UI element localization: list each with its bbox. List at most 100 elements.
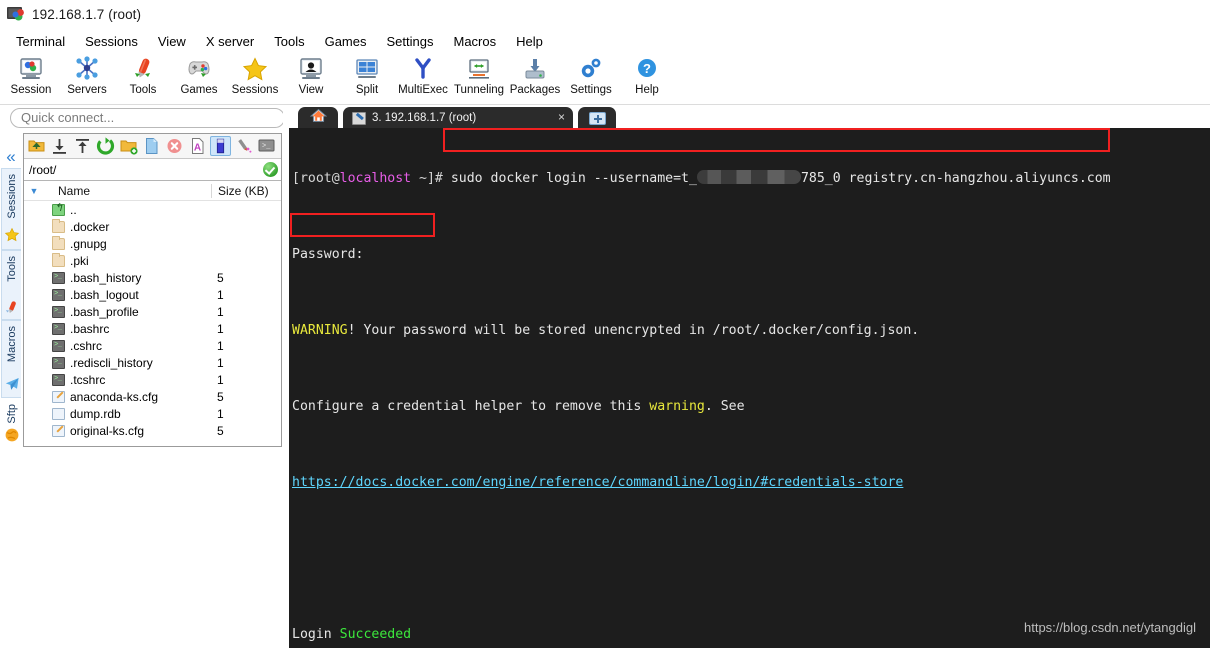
ribbon-tab-tools[interactable]: Tools bbox=[1, 250, 21, 320]
file-size: 1 bbox=[217, 406, 224, 421]
tab-session-1[interactable]: 3. 192.168.1.7 (root) × bbox=[343, 107, 573, 129]
remote-path-bar[interactable]: /root/ bbox=[24, 159, 281, 181]
warning-text: ! Your password will be stored unencrypt… bbox=[347, 323, 920, 338]
file-name: .cshrc bbox=[70, 338, 103, 353]
file-name: dump.rdb bbox=[70, 406, 121, 421]
terminal-line-password: Password: bbox=[292, 245, 1210, 264]
download-icon[interactable] bbox=[49, 136, 70, 156]
new-tab-button[interactable] bbox=[578, 107, 616, 129]
ribbon-tab-sftp-label: Sftp bbox=[5, 404, 18, 424]
toolbar-tools-label: Tools bbox=[129, 84, 157, 96]
command-text-b: 785_0 registry.cn-hangzhou.aliyuncs.com bbox=[800, 171, 1111, 186]
file-row-parent[interactable]: .. bbox=[24, 201, 281, 218]
file-row-cshrc[interactable]: .cshrc 1 bbox=[24, 337, 281, 354]
menu-terminal[interactable]: Terminal bbox=[6, 32, 75, 51]
toolbar-view-button[interactable]: View bbox=[283, 53, 339, 96]
menu-x-server[interactable]: X server bbox=[196, 32, 264, 51]
toolbar-packages-button[interactable]: Packages bbox=[507, 53, 563, 96]
file-size: 1 bbox=[217, 287, 224, 302]
ribbon-tab-macros[interactable]: Macros bbox=[1, 320, 21, 398]
file-row-bash-logout[interactable]: .bash_logout 1 bbox=[24, 286, 281, 303]
login-label: Login bbox=[292, 627, 340, 642]
file-name: anaconda-ks.cfg bbox=[70, 389, 159, 404]
toolbar-games-label: Games bbox=[180, 84, 218, 96]
follow-terminal-folder-icon[interactable] bbox=[233, 136, 254, 156]
toolbar-multiexec-label: MultiExec bbox=[398, 84, 448, 96]
sort-caret-icon[interactable]: ▼ bbox=[24, 186, 44, 196]
toolbar-servers-button[interactable]: Servers bbox=[59, 53, 115, 96]
folder-icon bbox=[52, 252, 65, 267]
ribbon-tab-sftp[interactable]: Sftp bbox=[1, 398, 21, 448]
toolbar-games-button[interactable]: Games bbox=[171, 53, 227, 96]
toolbar-settings-button[interactable]: Settings bbox=[563, 53, 619, 96]
delete-icon[interactable] bbox=[164, 136, 185, 156]
script-file-icon bbox=[52, 305, 65, 318]
ssh-session-icon bbox=[352, 111, 366, 125]
file-row-bash-history[interactable]: .bash_history 5 bbox=[24, 269, 281, 286]
menu-games[interactable]: Games bbox=[315, 32, 377, 51]
file-size: 5 bbox=[217, 270, 224, 285]
new-tab-icon bbox=[588, 111, 606, 125]
file-name: .. bbox=[70, 202, 77, 217]
refresh-icon[interactable] bbox=[95, 136, 116, 156]
toolbar-view-label: View bbox=[298, 84, 324, 96]
file-row-anaconda-ks-cfg[interactable]: anaconda-ks.cfg 5 bbox=[24, 388, 281, 405]
script-file-icon bbox=[52, 271, 65, 284]
ribbon-tab-sessions[interactable]: Sessions bbox=[1, 168, 21, 250]
tab-home[interactable] bbox=[298, 107, 338, 129]
prompt-host: localhost bbox=[339, 171, 412, 186]
ok-check-icon[interactable] bbox=[263, 162, 278, 177]
configure-text-pre: Configure a credential helper to remove … bbox=[292, 399, 650, 414]
toolbar-split-button[interactable]: Split bbox=[339, 53, 395, 96]
file-row-gnupg[interactable]: .gnupg bbox=[24, 235, 281, 252]
terminal-line-docs-link: https://docs.docker.com/engine/reference… bbox=[292, 473, 1210, 492]
menu-tools[interactable]: Tools bbox=[264, 32, 314, 51]
file-row-original-ks-cfg[interactable]: original-ks.cfg 5 bbox=[24, 422, 281, 439]
menu-settings[interactable]: Settings bbox=[377, 32, 444, 51]
watermark-text: https://blog.csdn.net/ytangdigl bbox=[1023, 620, 1196, 635]
file-row-bash-profile[interactable]: .bash_profile 1 bbox=[24, 303, 281, 320]
file-size: 1 bbox=[217, 355, 224, 370]
menu-macros[interactable]: Macros bbox=[443, 32, 506, 51]
open-terminal-icon[interactable]: >_ bbox=[256, 136, 277, 156]
document-file-icon bbox=[52, 407, 65, 420]
file-row-rediscli-history[interactable]: .rediscli_history 1 bbox=[24, 354, 281, 371]
docs-link[interactable]: https://docs.docker.com/engine/reference… bbox=[292, 475, 903, 490]
text-mode-icon[interactable]: A bbox=[187, 136, 208, 156]
file-size: 1 bbox=[217, 304, 224, 319]
toolbar-tools-button[interactable]: Tools bbox=[115, 53, 171, 96]
quick-connect-input[interactable]: Quick connect... bbox=[10, 108, 285, 128]
script-file-icon bbox=[52, 356, 65, 369]
prompt-suffix: ~]# bbox=[411, 171, 451, 186]
file-list: .. .docker .gnupg .pki .bash_history 5 .… bbox=[24, 201, 281, 446]
toolbar-tunneling-label: Tunneling bbox=[453, 84, 505, 96]
file-row-pki[interactable]: .pki bbox=[24, 252, 281, 269]
menu-sessions[interactable]: Sessions bbox=[75, 32, 148, 51]
toolbar-help-button[interactable]: ? Help bbox=[619, 53, 675, 96]
file-name: .rediscli_history bbox=[70, 355, 153, 370]
file-row-docker[interactable]: .docker bbox=[24, 218, 281, 235]
menu-view[interactable]: View bbox=[148, 32, 196, 51]
new-folder-icon[interactable] bbox=[118, 136, 139, 156]
redacted-username-block bbox=[696, 170, 801, 184]
toolbar-sessions-button[interactable]: Sessions bbox=[227, 53, 283, 96]
toolbar-multiexec-button[interactable]: MultiExec bbox=[395, 53, 451, 96]
toolbar-tunneling-button[interactable]: Tunneling bbox=[451, 53, 507, 96]
menu-help[interactable]: Help bbox=[506, 32, 553, 51]
go-up-folder-icon[interactable] bbox=[26, 136, 47, 156]
folder-icon bbox=[52, 218, 65, 233]
upload-icon[interactable] bbox=[72, 136, 93, 156]
file-row-dump-rdb[interactable]: dump.rdb 1 bbox=[24, 405, 281, 422]
close-icon[interactable]: × bbox=[558, 111, 565, 123]
file-row-tcshrc[interactable]: .tcshrc 1 bbox=[24, 371, 281, 388]
column-header-name[interactable]: Name bbox=[44, 184, 211, 198]
file-row-bashrc[interactable]: .bashrc 1 bbox=[24, 320, 281, 337]
terminal-output[interactable]: [root@localhost ~]# sudo docker login --… bbox=[289, 128, 1210, 648]
file-name: .bash_profile bbox=[70, 304, 139, 319]
binary-mode-icon[interactable] bbox=[210, 136, 231, 156]
column-header-size[interactable]: Size (KB) bbox=[211, 183, 281, 198]
collapse-sidebar-button[interactable]: « bbox=[1, 146, 21, 168]
tunneling-icon bbox=[465, 56, 493, 82]
toolbar-session-button[interactable]: Session bbox=[3, 53, 59, 96]
new-file-icon[interactable] bbox=[141, 136, 162, 156]
